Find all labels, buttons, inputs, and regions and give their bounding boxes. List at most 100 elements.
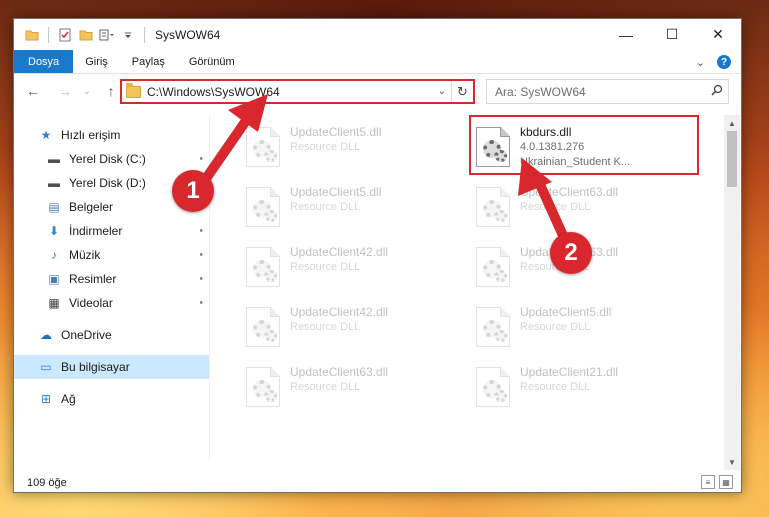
file-item[interactable]: UpdateClient42.dll Resource DLL	[246, 305, 466, 357]
pictures-icon: ▣	[48, 272, 60, 286]
address-dropdown-icon[interactable]: ⌄	[433, 86, 451, 97]
sidebar-item-music[interactable]: ♪ Müzik ●	[14, 243, 209, 267]
navigation-pane: ★ Hızlı erişim ▬ Yerel Disk (C:) ● ▬ Yerel Dis…	[14, 115, 210, 460]
search-input[interactable]	[495, 84, 706, 99]
toolbar-divider	[48, 26, 49, 43]
file-description: Resource DLL	[520, 381, 591, 393]
pin-icon[interactable]: ●	[198, 300, 205, 307]
file-item[interactable]: UpdateClient63.dll Resource DLL	[246, 365, 466, 417]
search-icon[interactable]	[706, 84, 728, 99]
file-description: Resource DLL	[290, 381, 361, 393]
callout-step-2: 2	[550, 232, 592, 274]
address-path[interactable]: C:\Windows\SysWOW64	[147, 85, 433, 99]
gear-icon	[495, 270, 507, 282]
download-icon: ⬇	[48, 224, 60, 238]
refresh-button[interactable]: ↻	[451, 81, 473, 102]
status-bar: 109 öğe ≡ ▦	[14, 472, 741, 492]
sidebar-item-network[interactable]: ⊞ Ağ	[14, 387, 209, 411]
vertical-scrollbar[interactable]: ▲ ▼	[724, 115, 740, 470]
toolbar-dropdown-icon[interactable]	[119, 26, 137, 44]
file-text: UpdateClient21.dll Resource DLL	[520, 365, 618, 395]
pin-icon[interactable]: ●	[198, 156, 205, 163]
folder-icon	[126, 82, 141, 98]
sidebar-item-label: Ağ	[61, 392, 76, 406]
sidebar-item-drive[interactable]: ▬ Yerel Disk (C:) ●	[14, 147, 209, 171]
pin-icon[interactable]: ●	[198, 252, 205, 259]
sidebar-item-label: Yerel Disk (D:)	[69, 176, 146, 190]
file-item[interactable]: UpdateClient63.dll Resource DLL	[476, 185, 696, 237]
properties-icon[interactable]	[56, 26, 74, 44]
sidebar-item-star[interactable]: ★ Hızlı erişim	[14, 123, 209, 147]
dll-file-icon	[476, 307, 510, 347]
file-item[interactable]: UpdateClient5.dll Resource DLL	[476, 305, 696, 357]
pin-icon[interactable]: ●	[198, 276, 205, 283]
sidebar-item-cloud[interactable]: ☁ OneDrive	[14, 323, 209, 347]
view-switcher: ≡ ▦	[701, 475, 733, 489]
network-icon: ⊞	[40, 392, 52, 406]
ribbon-collapse-icon[interactable]: ⌄	[696, 56, 705, 69]
file-description: Resource DLL	[290, 141, 361, 153]
dll-file-icon	[476, 247, 510, 287]
details-view-icon[interactable]: ≡	[701, 475, 715, 489]
file-name: UpdateClient5.dll	[290, 125, 382, 139]
minimize-button[interactable]: —	[603, 19, 649, 50]
search-box[interactable]	[486, 79, 729, 104]
sidebar-item-label: Bu bilgisayar	[61, 360, 130, 374]
file-text: UpdateClient42.dll Resource DLL	[290, 245, 388, 275]
gear-icon	[265, 270, 277, 282]
back-button[interactable]: ←	[22, 80, 44, 102]
folder-small-icon[interactable]	[23, 26, 41, 44]
item-count: 109 öğe	[27, 476, 67, 489]
toolbar-divider	[144, 26, 145, 43]
documents-icon: ▤	[48, 200, 60, 214]
sidebar-item-label: Resimler	[69, 272, 117, 286]
help-icon[interactable]: ?	[717, 55, 731, 69]
file-item[interactable]: UpdateClient5.dll Resource DLL	[246, 125, 466, 177]
sidebar-item-computer[interactable]: ▭ Bu bilgisayar	[14, 355, 209, 379]
forward-button[interactable]: →	[54, 80, 76, 102]
highlight-box-file	[469, 115, 699, 175]
recent-locations-icon[interactable]: ⌄	[76, 80, 98, 102]
tab-home[interactable]: Giriş	[73, 50, 120, 73]
pin-icon[interactable]: ●	[198, 228, 205, 235]
drive-icon: ▬	[48, 152, 60, 166]
file-item[interactable]: UpdateClient42.dll Resource DLL	[246, 245, 466, 297]
quick-access-toolbar	[14, 26, 149, 44]
file-item[interactable]: UpdateClient21.dll Resource DLL	[476, 365, 696, 417]
file-text: UpdateClient5.dll Resource DLL	[520, 305, 611, 335]
tab-share[interactable]: Paylaş	[120, 50, 177, 73]
file-name: UpdateClient21.dll	[520, 365, 619, 379]
navigation-bar: ← → ⌄ ↑ C:\Windows\SysWOW64 ⌄ ↻	[14, 75, 741, 107]
file-description: Resource DLL	[290, 321, 361, 333]
maximize-button[interactable]: ☐	[649, 19, 695, 50]
file-text: UpdateClient5.dll Resource DLL	[290, 125, 381, 155]
ribbon-right-controls: ⌄ ?	[696, 50, 731, 74]
file-name: UpdateClient63.dll	[520, 185, 619, 199]
scrollbar-thumb[interactable]	[727, 131, 737, 187]
close-button[interactable]: ✕	[695, 19, 741, 50]
large-icons-view-icon[interactable]: ▦	[719, 475, 733, 489]
dll-file-icon	[246, 367, 280, 407]
dll-file-icon	[476, 187, 510, 227]
address-bar[interactable]: C:\Windows\SysWOW64 ⌄ ↻	[120, 79, 475, 104]
sidebar-item-label: Müzik	[69, 248, 101, 262]
computer-icon: ▭	[40, 360, 52, 374]
sidebar-item-video[interactable]: ▦ Videolar ●	[14, 291, 209, 315]
dll-file-icon	[246, 247, 280, 287]
customize-toolbar-icon[interactable]	[98, 26, 116, 44]
up-button[interactable]: ↑	[100, 80, 122, 102]
gear-icon	[265, 210, 277, 222]
sidebar-item-pictures[interactable]: ▣ Resimler ●	[14, 267, 209, 291]
tab-file[interactable]: Dosya	[14, 50, 74, 73]
sidebar-item-download[interactable]: ⬇ İndirmeler ●	[14, 219, 209, 243]
scroll-down-icon[interactable]: ▼	[724, 454, 740, 470]
drive-icon: ▬	[48, 176, 60, 190]
file-description: Resource DLL	[520, 201, 591, 213]
dll-file-icon	[476, 367, 510, 407]
new-folder-icon[interactable]	[77, 26, 95, 44]
star-icon: ★	[40, 128, 52, 142]
music-icon: ♪	[51, 248, 57, 262]
tab-view[interactable]: Görünüm	[177, 50, 247, 73]
file-item[interactable]: UpdateClient5.dll Resource DLL	[246, 185, 466, 237]
scroll-up-icon[interactable]: ▲	[724, 115, 740, 131]
